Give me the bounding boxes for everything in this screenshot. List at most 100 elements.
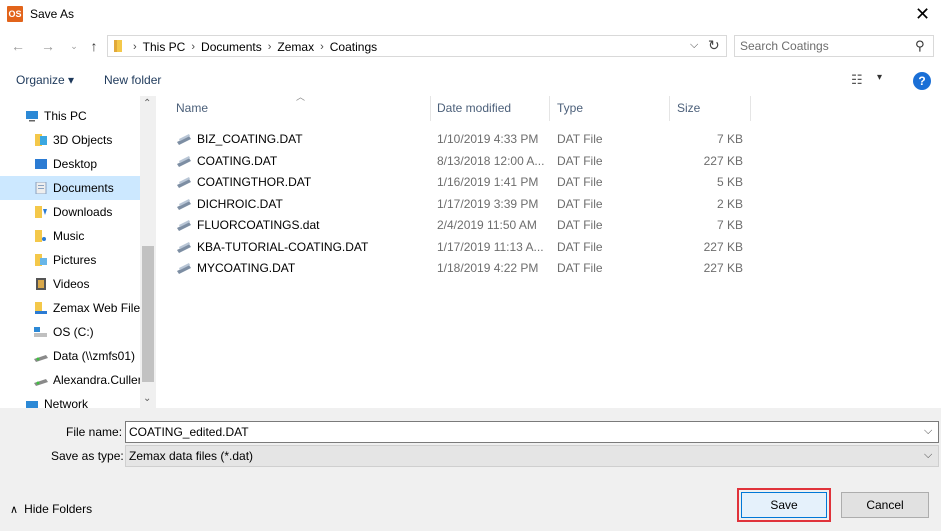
chevron-right-icon[interactable]: › (317, 41, 327, 53)
dat-file-icon (177, 177, 191, 188)
file-row[interactable]: COATINGTHOR.DAT 1/16/2019 1:41 PM DAT File… (160, 171, 760, 193)
sidebar-item-label: Network (44, 397, 89, 408)
file-date: 2/4/2019 11:50 AM (437, 218, 537, 232)
file-name-cell: MYCOATING.DAT (176, 257, 431, 279)
file-row[interactable]: DICHROIC.DAT 1/17/2019 3:39 PM DAT File 2 K… (160, 193, 760, 215)
file-row[interactable]: KBA-TUTORIAL-COATING.DAT 1/17/2019 11:13 … (160, 236, 760, 258)
file-name: BIZ_COATING.DAT (197, 132, 303, 146)
hide-folders-button[interactable]: ∧ Hide Folders (10, 502, 92, 516)
sidebar-item[interactable]: Network (0, 392, 140, 408)
organize-menu-button[interactable]: Organize ▾ (16, 73, 74, 87)
file-row[interactable]: MYCOATING.DAT 1/18/2019 4:22 PM DAT File 22… (160, 257, 760, 279)
music-icon (34, 230, 48, 242)
sidebar-item[interactable]: Music (0, 224, 140, 248)
file-name-input[interactable] (129, 424, 909, 440)
breadcrumb-documents[interactable]: Documents (198, 40, 265, 54)
search-box[interactable]: ⚲ (734, 35, 934, 57)
sidebar-item[interactable]: OS (C:) (0, 320, 140, 344)
chevron-right-icon[interactable]: › (188, 41, 198, 53)
dat-file-icon (177, 134, 191, 145)
file-row[interactable]: FLUORCOATINGS.dat 2/4/2019 11:50 AM DAT Fi… (160, 214, 760, 236)
file-size: 2 KB (716, 196, 743, 211)
chevron-right-icon[interactable]: › (265, 41, 275, 53)
title-bar: OS Save As ✕ (0, 0, 941, 30)
sidebar-item[interactable]: Pictures (0, 248, 140, 272)
sidebar-item-label: Alexandra.Culler (53, 373, 140, 387)
file-type: DAT File (557, 261, 603, 275)
search-input[interactable] (740, 38, 910, 54)
save-type-select[interactable]: Zemax data files (*.dat) ⌵ (125, 445, 939, 467)
file-type: DAT File (557, 175, 603, 189)
navigation-pane: This PC 3D Objects Desktop Documents Downloa… (0, 96, 156, 408)
forward-icon[interactable]: → (40, 38, 56, 54)
web-files-icon (34, 302, 48, 314)
up-icon[interactable]: ↑ (86, 38, 102, 54)
sidebar-item[interactable]: Downloads (0, 200, 140, 224)
column-header-date[interactable]: Date modified (421, 96, 550, 121)
file-size: 5 KB (716, 175, 743, 189)
breadcrumb-zemax[interactable]: Zemax (274, 40, 317, 54)
sidebar-item-label: OS (C:) (53, 325, 94, 339)
sidebar-item[interactable]: Alexandra.Culler (0, 368, 140, 392)
cancel-button[interactable]: Cancel (841, 492, 929, 518)
breadcrumb-this-pc[interactable]: This PC (140, 40, 189, 54)
scroll-down-icon[interactable]: ⌄ (143, 393, 151, 404)
file-name: FLUORCOATINGS.dat (197, 218, 320, 232)
sidebar-item[interactable]: Zemax Web Files (0, 296, 140, 320)
sidebar-item-label: Videos (53, 277, 90, 291)
chevron-down-icon[interactable]: ⌵ (924, 425, 932, 438)
file-name-cell: KBA-TUTORIAL-COATING.DAT (176, 236, 431, 258)
file-type: DAT File (557, 132, 603, 146)
file-row[interactable]: COATING.DAT 8/13/2018 12:00 A... DAT File 2… (160, 150, 760, 172)
file-date: 1/10/2019 4:33 PM (437, 132, 539, 146)
sidebar-item[interactable]: This PC (0, 104, 140, 128)
search-icon[interactable]: ⚲ (915, 38, 925, 54)
sidebar-scrollbar[interactable]: ⌃ ⌄ (140, 96, 156, 408)
save-button[interactable]: Save (741, 492, 827, 518)
view-options-icon[interactable]: ☷ (851, 72, 863, 88)
hide-folders-label: Hide Folders (24, 502, 93, 516)
chevron-down-icon[interactable]: ▾ (877, 72, 882, 83)
address-bar[interactable]: › This PC › Documents › Zemax › Coatings… (107, 35, 727, 57)
file-name-cell: DICHROIC.DAT (176, 193, 431, 215)
sidebar-item[interactable]: 3D Objects (0, 128, 140, 152)
window-title: Save As (30, 7, 75, 21)
file-name: COATINGTHOR.DAT (197, 175, 312, 189)
file-name: DICHROIC.DAT (197, 196, 283, 211)
chevron-down-icon[interactable]: ⌵ (924, 449, 932, 462)
network-drive-icon (34, 350, 48, 362)
desktop-icon (34, 158, 48, 170)
dat-file-icon (177, 263, 191, 274)
refresh-icon[interactable]: ↻ (708, 37, 724, 54)
help-icon[interactable]: ? (913, 72, 931, 90)
back-icon[interactable]: ← (10, 38, 26, 54)
sidebar-item-label: Downloads (53, 205, 113, 219)
drive-icon (34, 326, 48, 338)
network-icon (25, 398, 39, 408)
sidebar-item-label: Desktop (53, 157, 98, 171)
file-list: ︿ Name Date modified Type Size BIZ_COATI… (160, 92, 941, 408)
sidebar-item[interactable]: Data (\\zmfs01) (0, 344, 140, 368)
computer-icon (25, 110, 39, 122)
videos-icon (34, 278, 48, 290)
new-folder-button[interactable]: New folder (104, 73, 161, 87)
sidebar-item-label: Zemax Web Files (53, 301, 140, 315)
sidebar-item[interactable]: Videos (0, 272, 140, 296)
file-name-cell: COATINGTHOR.DAT (176, 171, 431, 193)
file-date: 1/18/2019 4:22 PM (437, 261, 539, 275)
close-button[interactable]: ✕ (904, 0, 941, 30)
file-name-combobox[interactable]: ⌵ (125, 421, 939, 443)
column-header-name[interactable]: Name (160, 96, 431, 121)
scroll-up-icon[interactable]: ⌃ (143, 98, 151, 109)
sidebar-item[interactable]: Documents (0, 176, 140, 200)
scrollbar-thumb[interactable] (142, 246, 154, 382)
sidebar-item[interactable]: Desktop (0, 152, 140, 176)
network-drive-icon (34, 374, 48, 386)
breadcrumb-coatings[interactable]: Coatings (327, 40, 380, 54)
chevron-right-icon[interactable]: › (130, 41, 140, 53)
recent-locations-icon[interactable]: ⌄ (66, 38, 82, 54)
file-row[interactable]: BIZ_COATING.DAT 1/10/2019 4:33 PM DAT File… (160, 128, 760, 150)
chevron-down-icon[interactable]: ⌵ (690, 39, 704, 52)
column-header-size[interactable]: Size (661, 96, 751, 121)
column-header-type[interactable]: Type (541, 96, 670, 121)
